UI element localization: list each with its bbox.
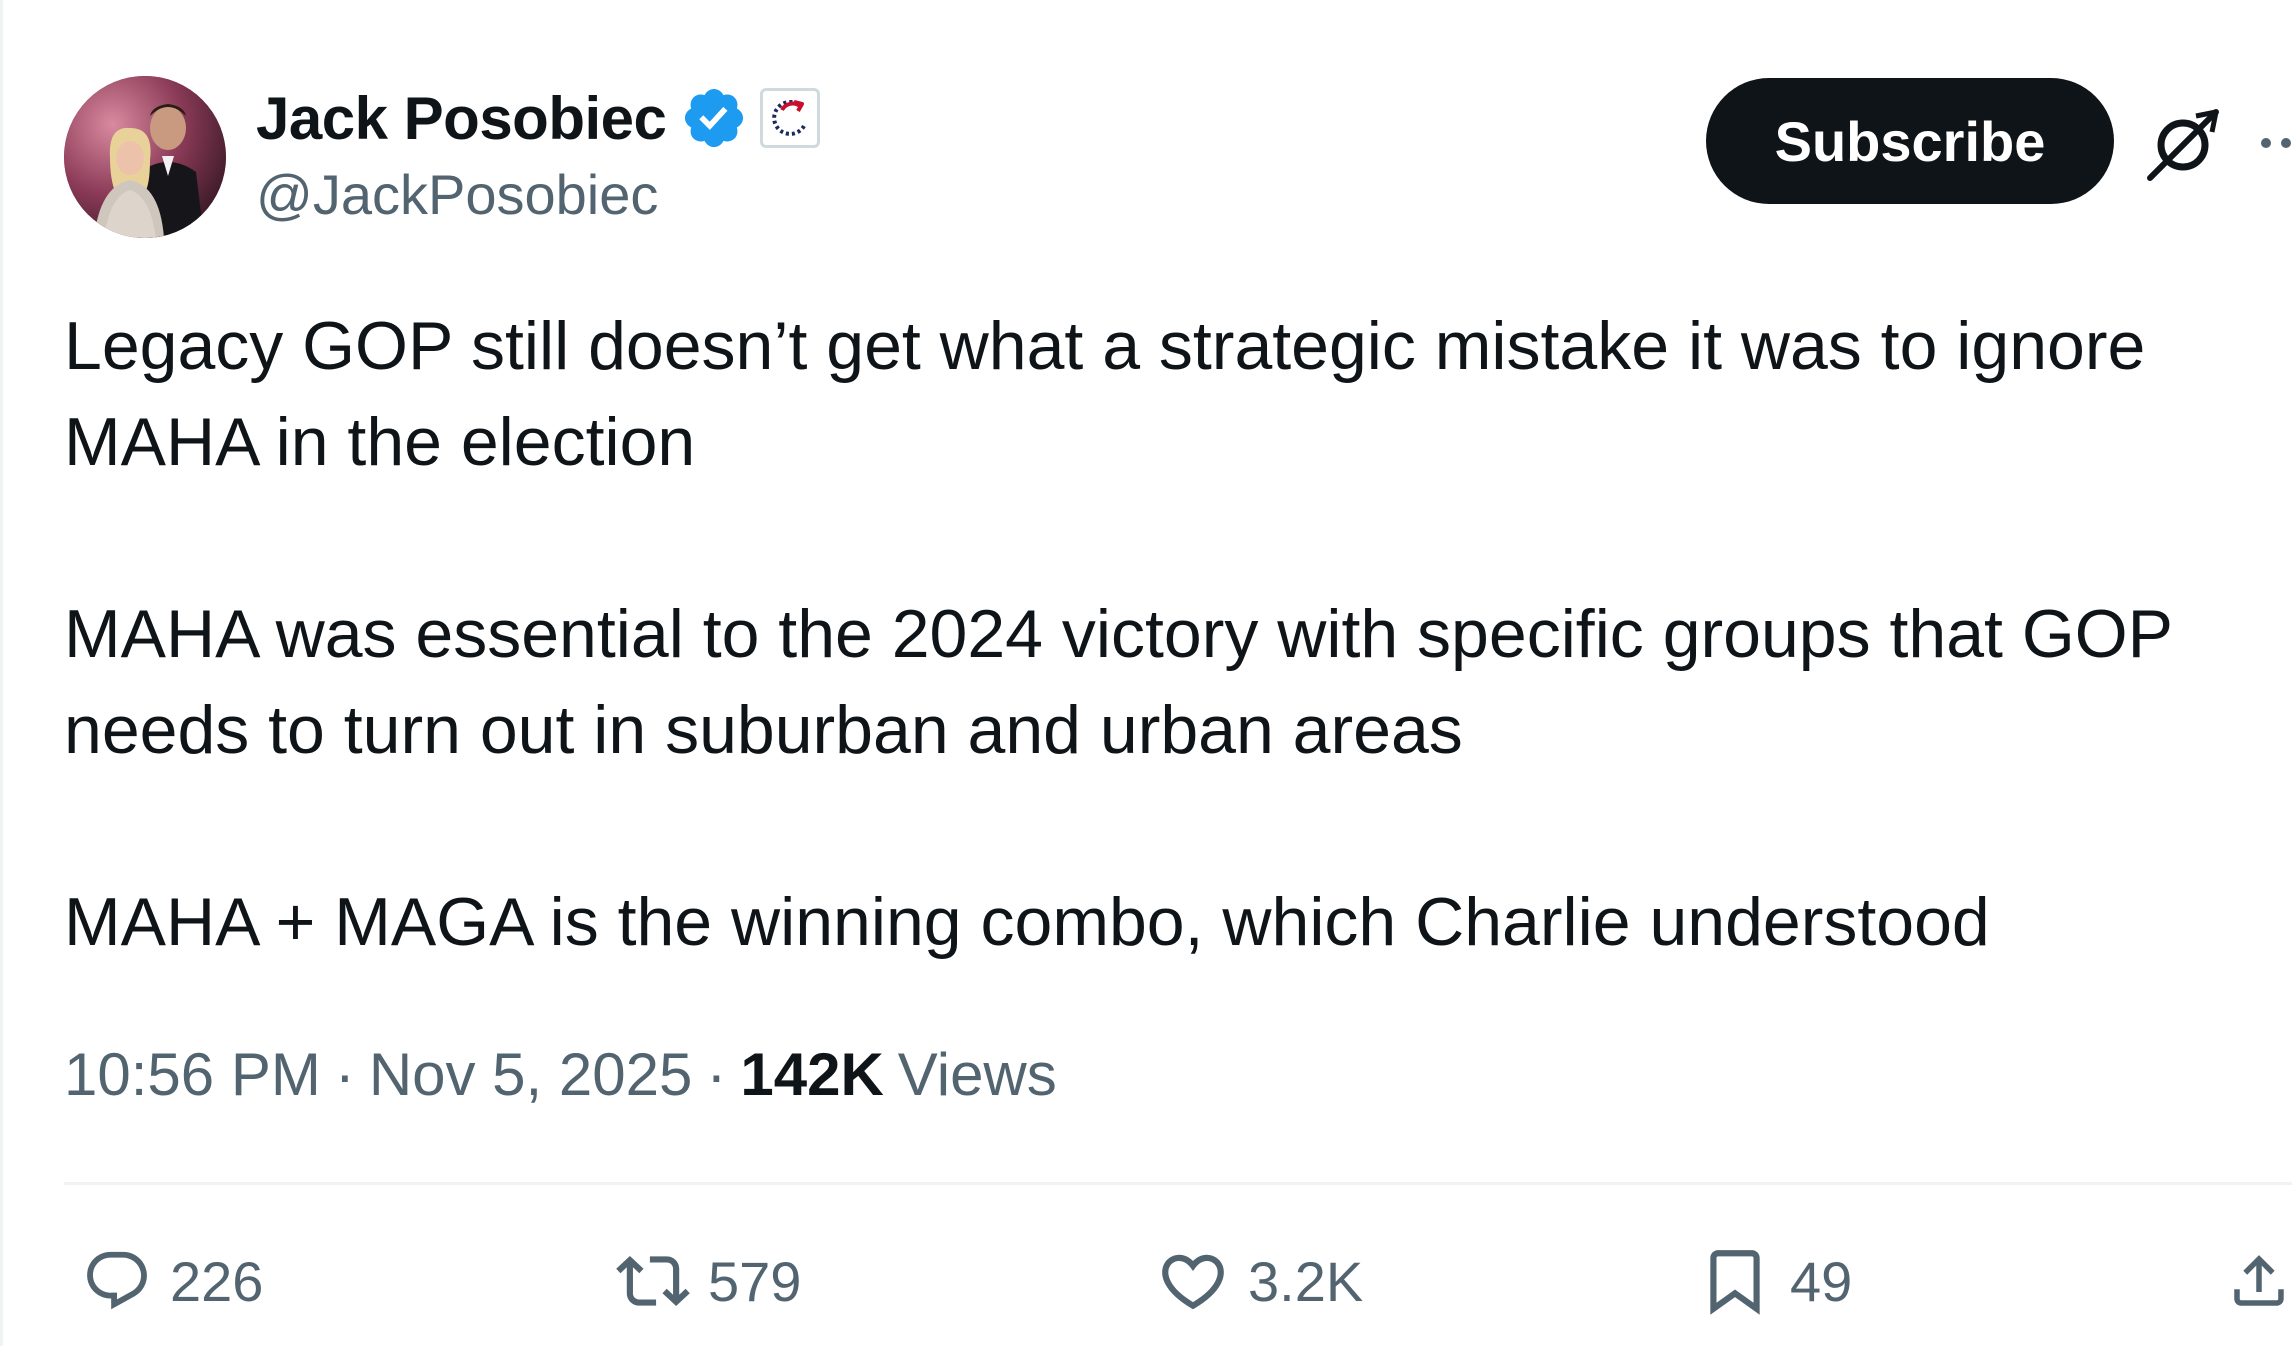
tweet-paragraph: MAHA was essential to the 2024 victory w… [64,596,2172,768]
tweet-date[interactable]: Nov 5, 2025 [369,1040,693,1109]
bookmark-icon [1710,1250,1760,1315]
author-name-row: Jack Posobiec [256,78,821,158]
author-display-name[interactable]: Jack Posobiec [256,84,667,153]
repost-button[interactable]: 579 [616,1236,801,1326]
tweet-time[interactable]: 10:56 PM [64,1040,321,1109]
views-count[interactable]: 142K [740,1040,883,1109]
grok-icon[interactable] [2140,102,2226,188]
avatar-photo [64,76,226,238]
repost-icon [616,1255,690,1307]
bookmark-button[interactable]: 49 [1698,1236,1852,1326]
tweet-text: Legacy GOP still doesn’t get what a stra… [64,298,2284,970]
divider [64,1182,2292,1185]
views-label[interactable]: Views [898,1040,1057,1109]
avatar[interactable] [64,76,226,238]
tweet-detail: Jack Posobiec @JackPosobiec Subscribe Le… [0,0,2292,1346]
reply-button[interactable]: 226 [82,1236,263,1326]
left-border [0,0,3,1346]
meta-separator: · [334,1041,355,1108]
heart-icon [1162,1254,1224,1310]
affiliate-badge-icon[interactable] [760,88,821,148]
reply-count: 226 [170,1249,264,1313]
like-button[interactable]: 3.2K [1156,1236,1363,1326]
reply-icon [87,1251,147,1310]
share-button[interactable] [2226,1236,2292,1326]
like-count: 3.2K [1248,1249,1364,1313]
bookmark-count: 49 [1790,1249,1853,1313]
verified-badge-icon[interactable] [680,84,748,152]
more-icon[interactable] [2258,128,2292,158]
tweet-paragraph: Legacy GOP still doesn’t get what a stra… [64,308,2146,480]
author-handle[interactable]: @JackPosobiec [256,162,658,227]
share-icon [2234,1255,2284,1306]
tweet-paragraph: MAHA + MAGA is the winning combo, which … [64,884,1990,960]
subscribe-button[interactable]: Subscribe [1706,78,2114,204]
tweet-meta: 10:56 PM · Nov 5, 2025 · 142K Views [64,1040,1057,1109]
meta-separator: · [706,1041,727,1108]
repost-count: 579 [708,1249,802,1313]
